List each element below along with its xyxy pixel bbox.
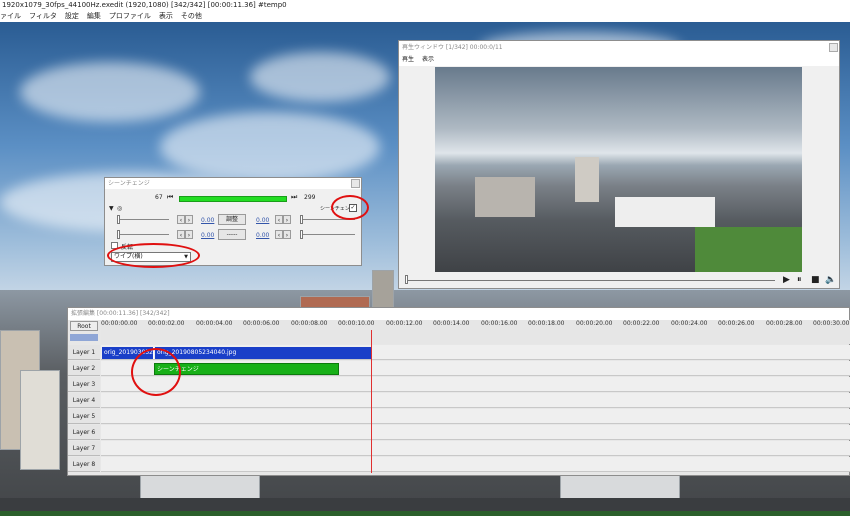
tick-label: 00:00:06.00	[243, 320, 280, 327]
preview-image	[435, 67, 802, 272]
menu-play[interactable]: 再生	[402, 54, 414, 66]
tick-label: 00:00:26.00	[718, 320, 755, 327]
menu-profile[interactable]: プロファイル	[109, 11, 151, 22]
stop-icon[interactable]: ■	[811, 275, 820, 285]
forward-icon[interactable]: ⏭	[291, 193, 297, 202]
slider-knob-2[interactable]	[300, 215, 303, 224]
close-icon[interactable]	[351, 179, 360, 188]
increment-button[interactable]: ›	[283, 215, 291, 224]
timeline-title: 拡張編集 [00:00:11.36] [342/342]	[68, 308, 849, 320]
pause-icon[interactable]: ⏸	[797, 275, 802, 285]
layer-track-7[interactable]	[101, 441, 850, 456]
menu-filter[interactable]: フィルタ	[29, 11, 57, 22]
layer-label-1[interactable]: Layer 1	[68, 345, 100, 360]
taskbar-highlight	[0, 511, 850, 516]
layer-label-8[interactable]: Layer 8	[68, 457, 100, 472]
tick-label: 00:00:02.00	[148, 320, 185, 327]
close-icon[interactable]	[829, 43, 838, 52]
playhead-cursor[interactable]	[371, 330, 372, 473]
tick-label: 00:00:30.00	[813, 320, 850, 327]
layer-label-3[interactable]: Layer 3	[68, 377, 100, 392]
slider-knob-4[interactable]	[300, 230, 303, 239]
window-title: 1920x1079_30fps_44100Hz.exedit (1920,108…	[0, 0, 850, 11]
tick-label: 00:00:24.00	[671, 320, 708, 327]
scene-change-title: シーンチェンジ	[105, 178, 361, 189]
playback-menu: 再生 表示	[399, 54, 839, 66]
tick-label: 00:00:16.00	[481, 320, 518, 327]
frame-start: 67	[155, 194, 163, 201]
tick-label: 00:00:08.00	[291, 320, 328, 327]
tick-label: 00:00:14.00	[433, 320, 470, 327]
slider-knob-3[interactable]	[117, 230, 120, 239]
camera-icon: ◎	[117, 205, 123, 212]
menu-view[interactable]: 表示	[159, 11, 173, 22]
annotation-circle-clip	[131, 348, 181, 396]
value-4[interactable]: 0.00	[256, 232, 269, 239]
menu-settings[interactable]: 設定	[65, 11, 79, 22]
decrement-button[interactable]: ‹	[177, 215, 185, 224]
value-1[interactable]: 0.00	[201, 217, 214, 224]
increment-button[interactable]: ›	[185, 215, 193, 224]
layer-track-5[interactable]	[101, 409, 850, 424]
slider-knob-1[interactable]	[117, 215, 120, 224]
tick-label: 00:00:10.00	[338, 320, 375, 327]
increment-button[interactable]: ›	[185, 230, 193, 239]
layer-track-3[interactable]	[101, 377, 850, 392]
rewind-icon[interactable]: ⏮	[167, 193, 173, 202]
layer-label-5[interactable]: Layer 5	[68, 409, 100, 424]
tick-label: 00:00:18.00	[528, 320, 565, 327]
collapse-icon[interactable]: ▼	[109, 205, 114, 212]
value-2[interactable]: 0.00	[256, 217, 269, 224]
decrement-button[interactable]: ‹	[275, 215, 283, 224]
volume-icon[interactable]: 🔈	[825, 275, 836, 285]
menu-file[interactable]: ァイル	[0, 11, 21, 22]
timeline-ruler: 00:00:00.00 00:00:02.00 00:00:04.00 00:0…	[101, 320, 850, 344]
frame-end: 299	[304, 194, 316, 201]
annotation-circle-checkbox	[331, 195, 369, 220]
playback-seekbar[interactable]	[405, 280, 775, 281]
playback-title: 再生ウィンドウ [1/342] 00:00:0/11	[399, 41, 839, 54]
tick-label: 00:00:12.00	[386, 320, 423, 327]
seekbar-knob[interactable]	[405, 275, 408, 284]
playback-window: 再生ウィンドウ [1/342] 00:00:0/11 再生 表示 ▶ ⏸ ■ 🔈	[398, 40, 840, 289]
layer-label-2[interactable]: Layer 2	[68, 361, 100, 376]
decrement-button[interactable]: ‹	[177, 230, 185, 239]
menu-edit[interactable]: 編集	[87, 11, 101, 22]
layer-label-6[interactable]: Layer 6	[68, 425, 100, 440]
timeline-clip-2[interactable]: orig_20190805234040.jpg	[155, 347, 372, 359]
increment-button[interactable]: ›	[283, 230, 291, 239]
menu-view[interactable]: 表示	[422, 54, 434, 66]
layer-track-6[interactable]	[101, 425, 850, 440]
tick-label: 00:00:22.00	[623, 320, 660, 327]
layer-label-4[interactable]: Layer 4	[68, 393, 100, 408]
menu-other[interactable]: その他	[181, 11, 202, 22]
value-3[interactable]: 0.00	[201, 232, 214, 239]
tick-label: 00:00:28.00	[766, 320, 803, 327]
adjust-button[interactable]: 調整	[218, 214, 246, 225]
track-mode-button[interactable]: -----	[218, 229, 246, 240]
frame-slider[interactable]	[179, 196, 287, 202]
decrement-button[interactable]: ‹	[275, 230, 283, 239]
tick-label: 00:00:04.00	[196, 320, 233, 327]
annotation-circle-select	[107, 243, 200, 268]
scene-change-clip[interactable]: シーンチェンジ	[154, 363, 339, 375]
tick-label: 00:00:00.00	[101, 320, 138, 327]
layer-track-8[interactable]	[101, 457, 850, 472]
root-button[interactable]: Root	[70, 321, 98, 331]
layer-track-4[interactable]	[101, 393, 850, 408]
play-icon[interactable]: ▶	[783, 275, 790, 285]
tick-label: 00:00:20.00	[576, 320, 613, 327]
menu-bar: ァイル フィルタ 設定 編集 プロファイル 表示 その他	[0, 11, 850, 22]
layer-label-7[interactable]: Layer 7	[68, 441, 100, 456]
layer-header-bar	[70, 334, 98, 341]
